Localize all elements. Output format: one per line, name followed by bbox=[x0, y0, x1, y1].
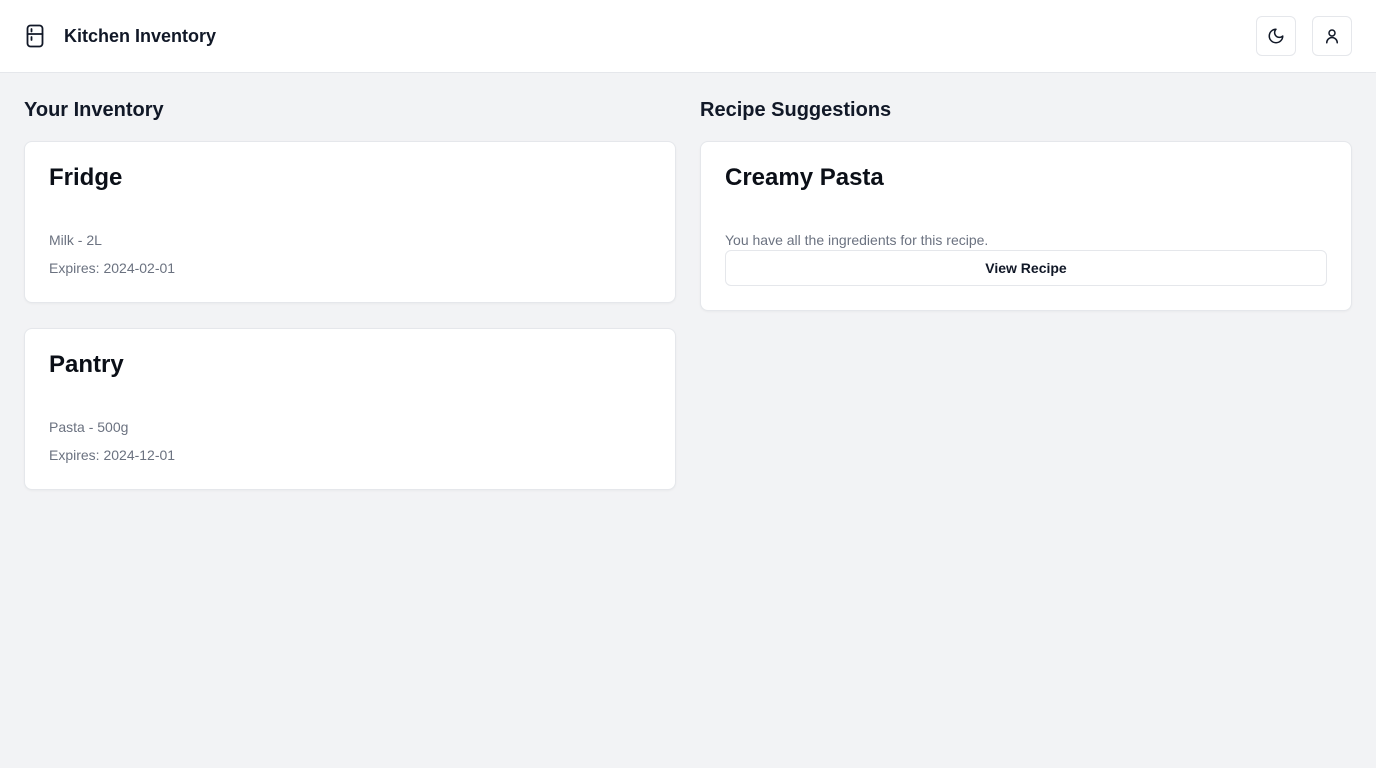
inventory-heading: Your Inventory bbox=[24, 99, 164, 121]
item-quantity: Milk - 2L bbox=[49, 232, 102, 248]
inventory-card-fridge: Fridge Milk - 2L Expires: 2024-02-01 bbox=[24, 141, 676, 303]
profile-button[interactable] bbox=[1312, 16, 1352, 56]
recipe-title: Creamy Pasta bbox=[725, 164, 884, 191]
item-expiry: Expires: 2024-02-01 bbox=[49, 260, 176, 276]
recipe-description: You have all the ingredients for this re… bbox=[725, 232, 989, 248]
inventory-section: Your Inventory Fridge Milk - 2L Expires:… bbox=[24, 97, 676, 515]
moon-icon bbox=[1267, 27, 1285, 45]
view-recipe-button[interactable]: View Recipe bbox=[725, 250, 1327, 286]
fridge-icon bbox=[24, 24, 46, 48]
main-content: Your Inventory Fridge Milk - 2L Expires:… bbox=[0, 73, 1376, 539]
header-actions bbox=[1256, 16, 1352, 56]
theme-toggle-button[interactable] bbox=[1256, 16, 1296, 56]
brand: Kitchen Inventory bbox=[24, 24, 216, 48]
app-title: Kitchen Inventory bbox=[64, 25, 217, 46]
recipes-heading: Recipe Suggestions bbox=[700, 99, 892, 121]
top-bar: Kitchen Inventory bbox=[0, 0, 1376, 73]
inventory-card-pantry: Pantry Pasta - 500g Expires: 2024-12-01 bbox=[24, 328, 676, 490]
recipe-card: Creamy Pasta You have all the ingredient… bbox=[700, 141, 1352, 311]
recipes-section: Recipe Suggestions Creamy Pasta You have… bbox=[700, 97, 1352, 515]
user-icon bbox=[1323, 27, 1341, 45]
card-title: Pantry bbox=[49, 351, 124, 378]
card-title: Fridge bbox=[49, 164, 123, 191]
item-expiry: Expires: 2024-12-01 bbox=[49, 447, 176, 463]
item-quantity: Pasta - 500g bbox=[49, 419, 129, 435]
